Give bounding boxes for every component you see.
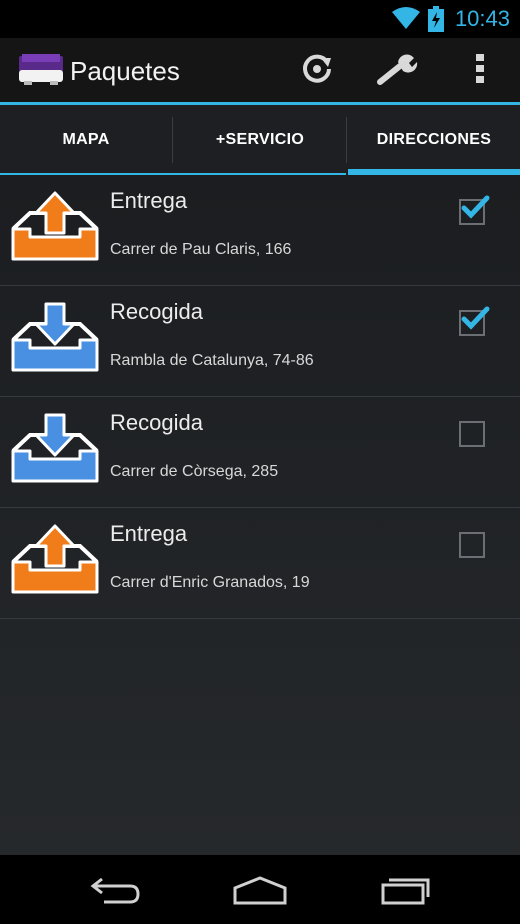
wifi-icon [392, 6, 420, 35]
item-checkbox[interactable] [459, 421, 485, 447]
settings-button[interactable] [372, 46, 422, 96]
pickup-download-icon [10, 300, 100, 380]
tab-label: DIRECCIONES [376, 131, 492, 148]
tab-label: MAPA [62, 131, 110, 148]
pickup-download-icon [10, 411, 100, 491]
status-clock: 10:43 [454, 6, 510, 31]
tab-mapa[interactable]: MAPA [0, 105, 172, 175]
item-checkbox[interactable] [459, 306, 490, 336]
tab-servicio[interactable]: +SERVICIO [174, 105, 346, 175]
item-type: Entrega [110, 521, 188, 546]
item-type: Entrega [110, 188, 188, 213]
overflow-menu-button[interactable] [455, 46, 505, 96]
recent-apps-icon [381, 878, 430, 905]
list-item[interactable]: Recogida Carrer de Còrsega, 285 [0, 397, 520, 508]
tab-label: +SERVICIO [215, 131, 305, 148]
battery-charging-icon [428, 6, 444, 37]
checkmark-icon [461, 306, 490, 330]
home-icon [233, 876, 287, 905]
item-address: Rambla de Catalunya, 74-86 [110, 352, 314, 369]
overflow-menu-icon [475, 53, 485, 90]
item-type: Recogida [110, 410, 203, 435]
list-item[interactable]: Entrega Carrer de Pau Claris, 166 [0, 175, 520, 286]
address-list: Entrega Carrer de Pau Claris, 166 Recogi… [0, 175, 520, 855]
tab-divider [346, 117, 347, 163]
back-icon [90, 877, 140, 904]
checkmark-icon [461, 195, 490, 219]
tab-direcciones[interactable]: DIRECCIONES [348, 105, 520, 175]
home-button[interactable] [220, 867, 300, 913]
wrench-icon [376, 52, 418, 91]
list-item[interactable]: Entrega Carrer d'Enric Granados, 19 [0, 508, 520, 619]
action-bar: Paquetes [0, 38, 520, 102]
item-type: Recogida [110, 299, 203, 324]
navigation-bar [0, 855, 520, 924]
delivery-upload-icon [10, 522, 100, 602]
status-bar: 10:43 [0, 0, 520, 38]
item-address: Carrer d'Enric Granados, 19 [110, 574, 310, 591]
truck-icon[interactable] [18, 52, 64, 91]
item-checkbox[interactable] [459, 195, 490, 225]
tab-divider [172, 117, 173, 163]
delivery-upload-icon [10, 189, 100, 269]
item-address: Carrer de Còrsega, 285 [110, 463, 279, 480]
tab-bar: MAPA +SERVICIO DIRECCIONES [0, 105, 520, 175]
item-checkbox[interactable] [459, 532, 485, 558]
refresh-icon [300, 52, 334, 91]
app-title: Paquetes [70, 56, 180, 86]
list-item[interactable]: Recogida Rambla de Catalunya, 74-86 [0, 286, 520, 397]
back-button[interactable] [76, 867, 156, 913]
recent-apps-button[interactable] [366, 867, 446, 913]
item-address: Carrer de Pau Claris, 166 [110, 241, 292, 258]
refresh-button[interactable] [292, 46, 342, 96]
